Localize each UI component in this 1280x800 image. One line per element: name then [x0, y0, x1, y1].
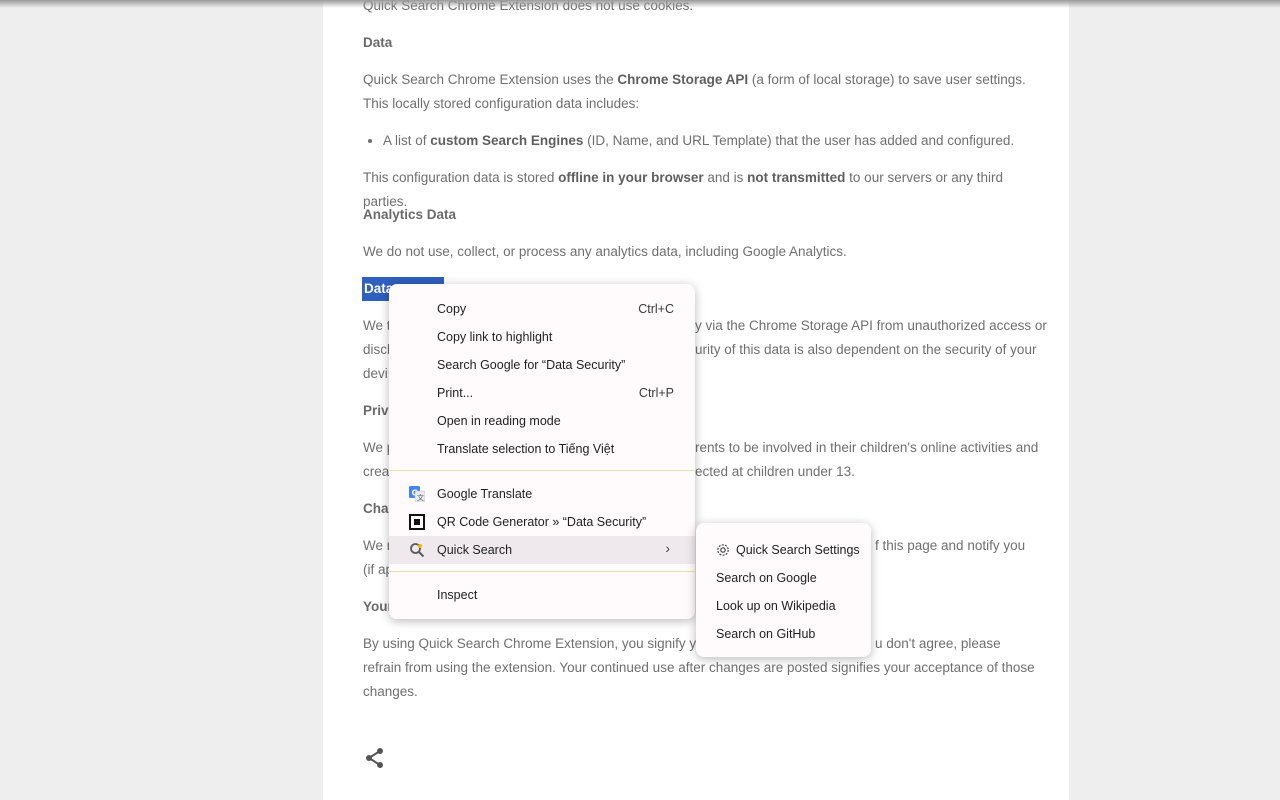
menu-separator [389, 571, 695, 572]
menu-item-quick-search[interactable]: Quick Search › [389, 536, 695, 564]
menu-item-shortcut: Ctrl+P [638, 386, 674, 400]
menu-item-print[interactable]: Print... Ctrl+P [389, 379, 695, 407]
menu-item-label: Quick Search [437, 543, 513, 557]
menu-item-inspect[interactable]: Inspect [389, 581, 695, 609]
menu-item-label: Print... [437, 386, 474, 400]
submenu-item-label: Search on Google [716, 571, 817, 585]
security-line-2-right: urity of this data is also dependent on … [695, 342, 1037, 357]
submenu-item-google[interactable]: Search on Google [696, 564, 871, 592]
submenu-item-wikipedia[interactable]: Look up on Wikipedia [696, 592, 871, 620]
menu-item-label: Translate selection to Tiếng Việt [437, 442, 615, 456]
menu-separator [389, 470, 695, 471]
quick-search-icon [409, 542, 425, 558]
menu-item-search-google[interactable]: Search Google for “Data Security” [389, 351, 695, 379]
menu-item-google-translate[interactable]: G 文 Google Translate [389, 480, 695, 508]
analytics-heading: Analytics Data [363, 207, 457, 222]
qr-code-icon [409, 514, 425, 530]
top-shadow [0, 0, 1280, 8]
menu-item-label: Search Google for “Data Security” [437, 358, 626, 372]
chevron-right-icon: › [665, 540, 670, 556]
data-list: A list of custom Search Engines (ID, Nam… [363, 129, 1063, 153]
consent-line-2: refrain from using the extension. Your c… [363, 660, 1035, 675]
submenu-item-label: Look up on Wikipedia [716, 599, 836, 613]
children-line-2-right: ected at children under 13. [695, 464, 855, 479]
submenu-item-settings[interactable]: Quick Search Settings [696, 536, 871, 564]
data-heading: Data [363, 35, 393, 50]
menu-item-label: QR Code Generator » “Data Security” [437, 515, 647, 529]
analytics-paragraph: We do not use, collect, or process any a… [363, 244, 847, 259]
menu-item-qr-code[interactable]: QR Code Generator » “Data Security” [389, 508, 695, 536]
changes-line-1-right: f this page and notify you [875, 538, 1026, 553]
menu-item-label: Copy [437, 302, 467, 316]
data-paragraph: Quick Search Chrome Extension uses the C… [363, 72, 1026, 111]
menu-item-copy-link[interactable]: Copy link to highlight [389, 323, 695, 351]
menu-item-label: Open in reading mode [437, 414, 561, 428]
submenu-item-label: Quick Search Settings [736, 543, 860, 557]
submenu-item-label: Search on GitHub [716, 627, 816, 641]
menu-item-translate[interactable]: Translate selection to Tiếng Việt [389, 435, 695, 463]
menu-item-label: Inspect [437, 588, 478, 602]
menu-item-copy[interactable]: Copy Ctrl+C [389, 295, 695, 323]
security-line-1-right: y via the Chrome Storage API from unauth… [695, 318, 1047, 333]
children-line-1-right: rents to be involved in their children's… [695, 440, 1039, 455]
menu-item-label: Google Translate [437, 487, 533, 501]
submenu-item-github[interactable]: Search on GitHub [696, 620, 871, 648]
svg-text:文: 文 [417, 493, 424, 502]
consent-line-3: changes. [363, 684, 418, 699]
gear-icon [716, 543, 730, 557]
menu-item-reading-mode[interactable]: Open in reading mode [389, 407, 695, 435]
list-item: A list of custom Search Engines (ID, Nam… [383, 129, 1063, 153]
context-menu: Copy Ctrl+C Copy link to highlight Searc… [389, 284, 695, 619]
google-translate-icon: G 文 [409, 486, 426, 503]
menu-item-label: Copy link to highlight [437, 330, 553, 344]
quick-search-submenu: Quick Search Settings Search on Google L… [696, 523, 871, 657]
consent-line-1-right: u don't agree, please [875, 636, 1001, 651]
menu-item-shortcut: Ctrl+C [638, 302, 674, 316]
share-icon[interactable] [363, 746, 387, 770]
